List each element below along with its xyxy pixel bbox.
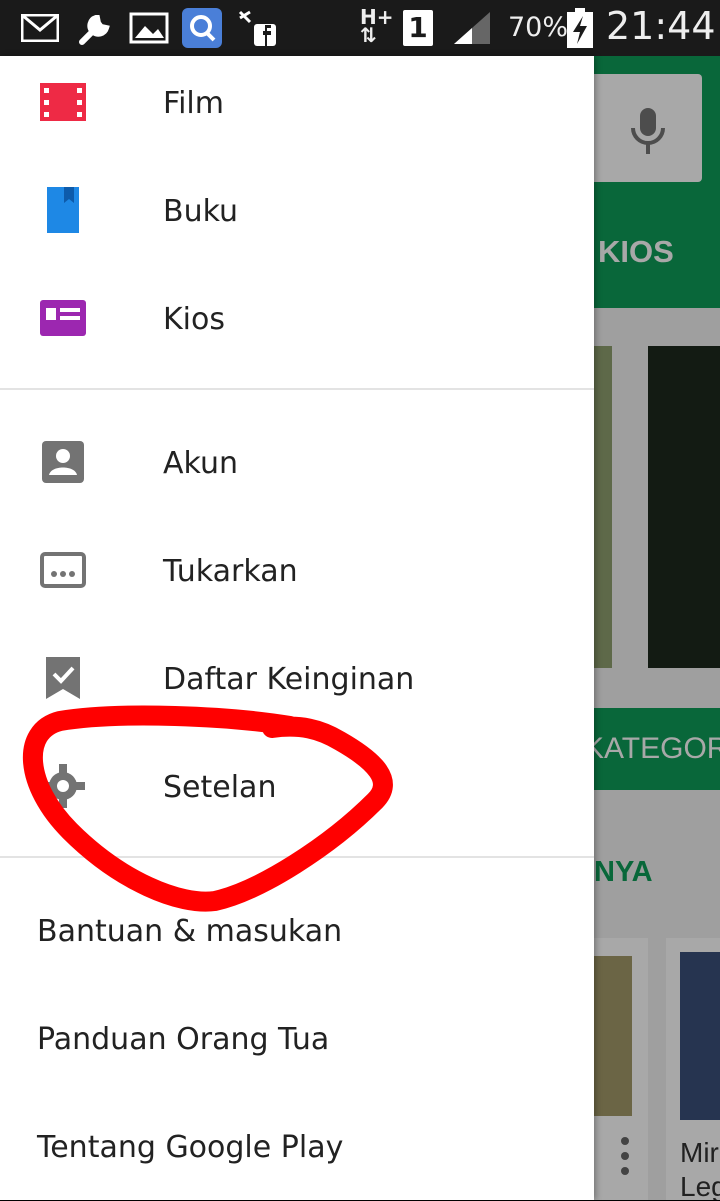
- navigation-drawer: Film Buku Kios Akun Tukarkan Daftar Kein…: [0, 56, 594, 1200]
- drawer-item-tentang-google-play[interactable]: Tentang Google Play: [0, 1093, 594, 1201]
- drawer-item-panduan-orang-tua[interactable]: Panduan Orang Tua: [0, 985, 594, 1093]
- drawer-item-buku[interactable]: Buku: [0, 157, 594, 265]
- drawer-item-tukarkan[interactable]: Tukarkan: [0, 517, 594, 625]
- signal-icon: [452, 10, 492, 46]
- drawer-item-kios[interactable]: Kios: [0, 265, 594, 373]
- drawer-item-label: Panduan Orang Tua: [37, 1021, 330, 1057]
- gear-icon: [40, 763, 86, 809]
- clock: 21:44: [606, 4, 716, 48]
- drawer-item-label: Buku: [163, 193, 239, 229]
- divider: [0, 856, 594, 858]
- drawer-item-film[interactable]: Film: [0, 49, 594, 157]
- mail-icon: [20, 10, 60, 46]
- redeem-icon: [40, 547, 86, 593]
- book-icon: [40, 187, 86, 233]
- facebook-transfer-icon: [236, 10, 278, 46]
- wishlist-icon: [40, 655, 86, 701]
- battery-charging-icon: [566, 8, 594, 48]
- wrench-icon: [74, 10, 116, 46]
- drawer-item-label: Daftar Keinginan: [163, 661, 415, 697]
- account-icon: [40, 439, 86, 485]
- battery-percent: 70%: [508, 12, 569, 43]
- drawer-item-label: Akun: [163, 445, 238, 481]
- search-app-icon: [182, 8, 222, 48]
- image-icon: [128, 10, 170, 46]
- sim-1-icon: 1: [402, 10, 434, 46]
- status-bar: H+ ⇅ 1 70% 21:44: [0, 0, 720, 56]
- drawer-item-akun[interactable]: Akun: [0, 409, 594, 517]
- drawer-item-label: Film: [163, 85, 224, 121]
- network-hplus-icon: H+ ⇅: [360, 5, 394, 47]
- drawer-item-label: Tukarkan: [163, 553, 298, 589]
- drawer-item-label: Bantuan & masukan: [37, 913, 343, 949]
- drawer-item-setelan[interactable]: Setelan: [0, 733, 594, 841]
- drawer-item-label: Kios: [163, 301, 225, 337]
- drawer-item-label: Setelan: [163, 769, 277, 805]
- drawer-item-daftar-keinginan[interactable]: Daftar Keinginan: [0, 625, 594, 733]
- movie-icon: [40, 79, 86, 125]
- drawer-item-label: Tentang Google Play: [37, 1129, 344, 1165]
- newsstand-icon: [40, 295, 86, 341]
- drawer-item-bantuan[interactable]: Bantuan & masukan: [0, 877, 594, 985]
- divider: [0, 388, 594, 390]
